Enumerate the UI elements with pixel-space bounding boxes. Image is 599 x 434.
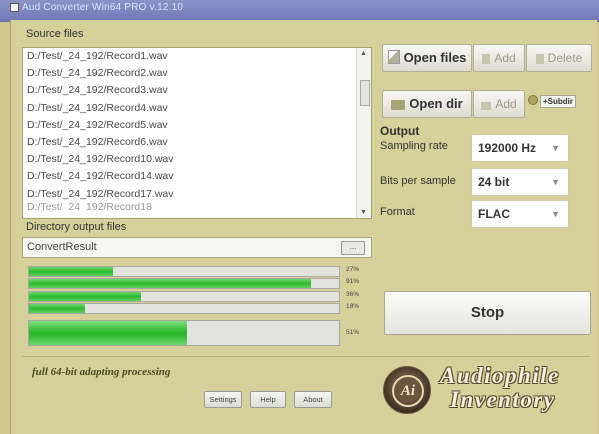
bits-value: 24 bit [478, 175, 510, 189]
brand-line-1: Audiophile [440, 363, 560, 388]
scroll-up-icon[interactable]: ▲ [360, 50, 367, 57]
about-button[interactable]: About [294, 391, 332, 408]
delete-button[interactable]: Delete [526, 44, 592, 72]
open-dir-button[interactable]: Open dir [382, 90, 472, 118]
add-file-icon [482, 54, 491, 64]
overall-progress-bar [28, 320, 340, 346]
source-file-list[interactable]: D:/Test/_24_192/Record1.wav D:/Test/_24_… [22, 47, 372, 219]
add-files-label: Add [494, 51, 516, 65]
window-title: Aud Converter Win64 PRO v.12.10 [22, 2, 184, 13]
list-item[interactable]: D:/Test/_24_192/Record1.wav [23, 48, 371, 65]
folder-icon [391, 100, 406, 110]
progress-bar [28, 291, 340, 302]
overall-progress-percent: 51% [346, 329, 360, 336]
list-item[interactable]: D:/Test/_24_192/Record17.wav [23, 186, 371, 203]
format-select[interactable]: FLAC ▼ [471, 200, 569, 228]
progress-percent: 91% [346, 278, 360, 285]
source-files-label: Source files [26, 28, 84, 40]
chevron-down-icon: ▼ [551, 209, 560, 219]
chevron-down-icon: ▼ [551, 143, 560, 153]
list-item[interactable]: D:/Test/_24_192/Record3.wav [23, 82, 371, 99]
progress-percent: 27% [346, 266, 360, 273]
list-item[interactable]: D:/Test/_24_192/Record5.wav [23, 117, 371, 134]
list-scrollbar[interactable]: ▲ ▼ [356, 48, 371, 218]
progress-fill [29, 304, 85, 313]
list-item[interactable]: D:/Test/_24_192/Record18 [23, 203, 371, 211]
output-dir-value: ConvertResult [27, 241, 97, 253]
progress-fill [29, 267, 113, 276]
open-dir-label: Open dir [409, 96, 463, 111]
delete-file-icon [535, 54, 544, 64]
progress-percent: 36% [346, 291, 360, 298]
brand-logo: Ai [383, 366, 431, 414]
progress-fill [29, 279, 312, 288]
title-bar: Aud Converter Win64 PRO v.12.10 [0, 0, 599, 22]
chevron-down-icon: ▼ [551, 177, 560, 187]
format-label: Format [380, 206, 415, 218]
list-item[interactable]: D:/Test/_24_192/Record14.wav [23, 168, 371, 185]
bits-select[interactable]: 24 bit ▼ [471, 168, 569, 196]
progress-percent: 18% [346, 303, 360, 310]
delete-label: Delete [547, 51, 583, 65]
add-folder-icon [481, 102, 492, 110]
add-dir-button[interactable]: Add [473, 90, 525, 118]
progress-fill [29, 292, 141, 301]
output-dir-label: Directory output files [26, 221, 127, 233]
overall-progress-fill [29, 321, 188, 345]
document-icon [387, 50, 400, 64]
list-item[interactable]: D:/Test/_24_192/Record4.wav [23, 100, 371, 117]
progress-bar [28, 266, 340, 277]
brand-name: Audiophile Inventory [440, 364, 560, 412]
brand-line-2: Inventory [450, 387, 556, 412]
browse-button[interactable]: ... [341, 241, 365, 255]
add-files-button[interactable]: Add [473, 44, 525, 72]
open-files-button[interactable]: Open files [382, 44, 472, 72]
footer-divider [22, 356, 590, 357]
settings-button[interactable]: Settings [204, 391, 242, 408]
open-files-label: Open files [403, 50, 467, 65]
add-dir-label: Add [495, 97, 517, 111]
app-icon [10, 3, 19, 12]
bits-label: Bits per sample [380, 175, 456, 187]
stop-button[interactable]: Stop [384, 291, 591, 335]
scroll-down-icon[interactable]: ▼ [360, 209, 367, 216]
sampling-rate-label: Sampling rate [380, 140, 448, 152]
subdir-radio-icon[interactable] [528, 95, 538, 105]
list-item[interactable]: D:/Test/_24_192/Record2.wav [23, 65, 371, 82]
tagline: full 64-bit adapting processing [32, 366, 171, 378]
list-item[interactable]: D:/Test/_24_192/Record6.wav [23, 134, 371, 151]
subdir-label[interactable]: +Subdir [540, 95, 577, 108]
format-value: FLAC [478, 207, 510, 221]
sampling-rate-value: 192000 Hz [478, 141, 537, 155]
progress-bar [28, 303, 340, 314]
list-item[interactable]: D:/Test/_24_192/Record10.wav [23, 151, 371, 168]
sampling-rate-select[interactable]: 192000 Hz ▼ [471, 134, 569, 162]
output-dir-field[interactable]: ConvertResult ... [22, 237, 372, 258]
output-title: Output [380, 124, 420, 138]
help-button[interactable]: Help [250, 391, 286, 408]
progress-bar [28, 278, 340, 289]
subdir-option[interactable]: +Subdir [528, 94, 590, 110]
scroll-thumb[interactable] [360, 80, 370, 106]
